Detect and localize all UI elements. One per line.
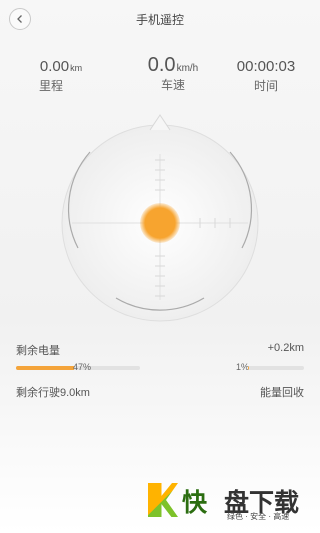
stats-panel: 0.00km 里程 0.0km/h 车速 00:00:03 时间 bbox=[0, 54, 320, 102]
joystick-pad[interactable] bbox=[0, 110, 320, 330]
regen-value: +0.2km bbox=[267, 342, 304, 354]
speed-stat: 0.0km/h 车速 bbox=[120, 54, 226, 93]
battery-section: 剩余电量 +0.2km 47% 1% 剩余行驶9.0km 能量回收 bbox=[0, 336, 320, 406]
time-stat: 00:00:03 时间 bbox=[213, 58, 319, 94]
battery-percent: 47% bbox=[73, 362, 92, 372]
distance-value: 0.00 bbox=[39, 58, 70, 75]
time-label: 时间 bbox=[253, 79, 278, 93]
speed-label: 车速 bbox=[160, 78, 185, 92]
distance-stat: 0.00km 里程 bbox=[8, 58, 114, 94]
logo-brand-1: 快 bbox=[182, 489, 208, 517]
page-title: 手机遥控 bbox=[135, 13, 184, 27]
regen-bar bbox=[248, 366, 304, 370]
speed-unit: km/h bbox=[176, 63, 199, 74]
regen-label: 能量回收 bbox=[260, 387, 304, 399]
logo-tagline: 绿色 · 安全 · 高速 bbox=[227, 512, 290, 521]
watermark-logo: 快 盘下载 绿色 · 安全 · 高速 bbox=[148, 483, 318, 521]
logo-k-icon bbox=[148, 483, 178, 517]
speed-value: 0.0 bbox=[147, 54, 176, 76]
joystick-knob[interactable] bbox=[140, 203, 180, 243]
joystick-dial bbox=[61, 114, 259, 322]
remaining-range: 剩余行驶9.0km bbox=[16, 387, 90, 399]
header: 手机遥控 bbox=[0, 0, 320, 38]
battery-label: 剩余电量 bbox=[16, 345, 60, 357]
time-value: 00:00:03 bbox=[236, 58, 296, 75]
distance-label: 里程 bbox=[39, 79, 64, 93]
distance-unit: km bbox=[70, 63, 83, 73]
